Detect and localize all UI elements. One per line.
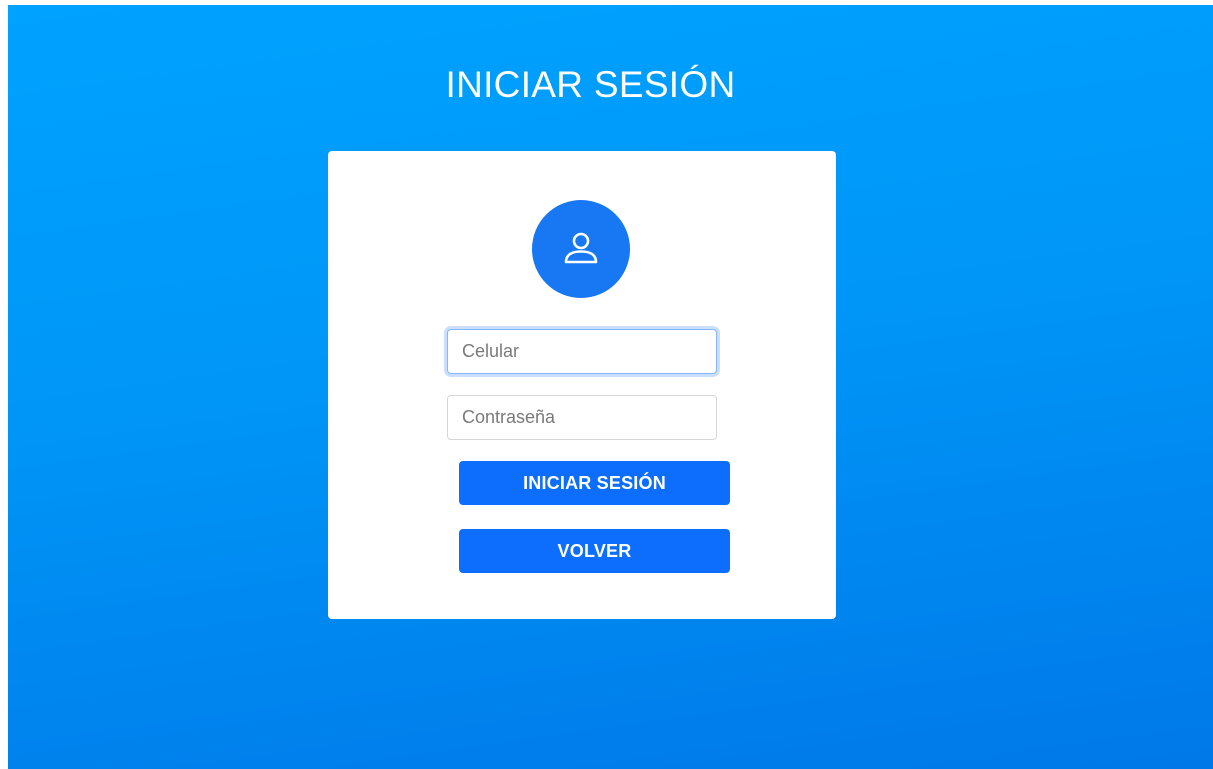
user-icon — [564, 232, 598, 264]
password-input[interactable] — [447, 395, 717, 440]
login-page: INICIAR SESIÓN INICIAR SESIÓN VOLVER — [8, 5, 1213, 769]
back-button[interactable]: VOLVER — [459, 529, 730, 573]
phone-input[interactable] — [447, 329, 717, 374]
login-card: INICIAR SESIÓN VOLVER — [328, 151, 836, 619]
login-button[interactable]: INICIAR SESIÓN — [459, 461, 730, 505]
page-title: INICIAR SESIÓN — [445, 63, 736, 105]
avatar — [532, 200, 630, 298]
